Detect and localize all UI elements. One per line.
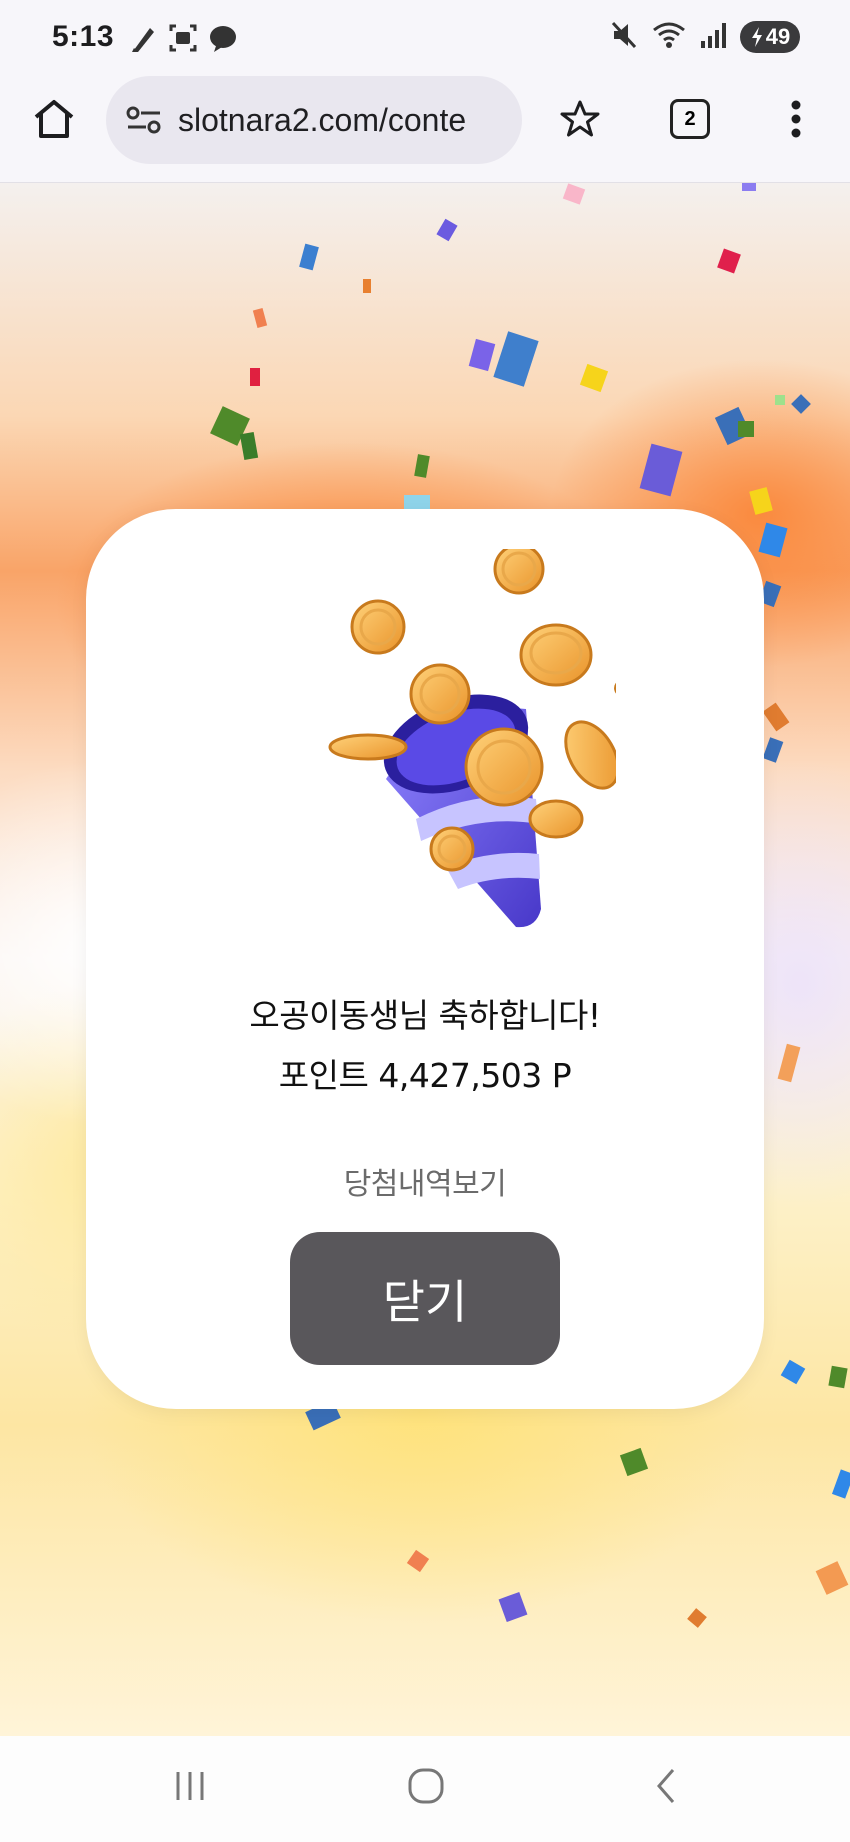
celebration-page: 오공이동생님 축하합니다! 포인트 4,427,503 P 당첨내역보기 닫기 [0,183,850,1736]
system-nav-bar [0,1736,850,1842]
status-left-icons [128,22,238,58]
site-settings-icon[interactable] [126,105,162,135]
status-time: 5:13 [52,20,115,53]
win-history-link[interactable]: 당첨내역보기 [86,1159,764,1203]
close-button[interactable]: 닫기 [290,1232,560,1365]
home-circle-icon[interactable] [396,1756,456,1816]
browser-toolbar: slotnara2.com/conte 2 [0,76,850,183]
more-menu-icon[interactable] [766,84,826,154]
points-amount: 포인트 4,427,503 P [278,1056,572,1095]
mute-icon [610,20,638,54]
congratulations-modal: 오공이동생님 축하합니다! 포인트 4,427,503 P 당첨내역보기 닫기 [86,509,764,1409]
recent-apps-icon[interactable] [160,1756,220,1816]
signal-icon [700,21,726,53]
battery-icon: 49 [740,21,800,53]
back-icon[interactable] [636,1756,696,1816]
battery-level: 49 [765,24,791,49]
home-icon[interactable] [24,84,84,154]
tab-switcher-icon[interactable]: 2 [660,84,720,154]
tab-count: 2 [670,99,710,139]
messenger-icon [208,22,238,58]
status-bar: 5:13 49 [0,0,850,76]
status-right-icons: 49 [610,20,800,54]
congratulations-message: 오공이동생님 축하합니다! [249,996,601,1035]
url-text[interactable]: slotnara2.com/conte [178,102,508,139]
screenshot-icon [168,22,198,58]
url-bar[interactable]: slotnara2.com/conte [106,76,522,164]
coin-party-popper-icon [236,543,666,939]
bookmark-star-icon[interactable] [550,84,610,154]
wifi-icon [652,20,686,54]
notification-pen-icon [128,22,158,58]
